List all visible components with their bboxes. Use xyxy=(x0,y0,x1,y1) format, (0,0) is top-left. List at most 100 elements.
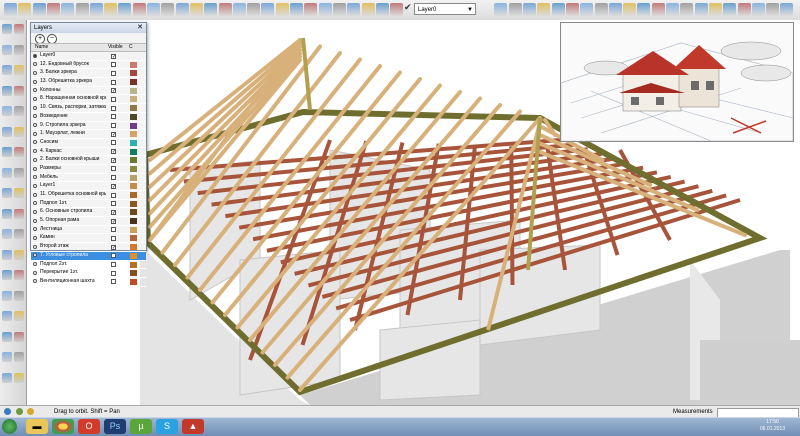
orbit-icon[interactable] xyxy=(551,3,565,16)
visible-checkbox[interactable] xyxy=(111,235,116,241)
erase-icon[interactable] xyxy=(89,3,103,16)
layer-row[interactable]: 2. Балки основной крыши ✓ xyxy=(31,156,146,165)
layer-name[interactable]: 2. Балки основной крыши xyxy=(40,156,106,164)
tape-icon[interactable] xyxy=(375,3,389,16)
side-move-icon[interactable] xyxy=(2,126,12,137)
opera-icon[interactable]: O xyxy=(78,419,100,434)
visible-checkbox[interactable]: ✓ xyxy=(111,209,116,215)
layer-color-swatch[interactable] xyxy=(130,278,137,285)
cut-icon[interactable] xyxy=(46,3,60,16)
active-layer-radio[interactable] xyxy=(33,149,37,154)
move-icon[interactable] xyxy=(290,3,303,16)
copy-icon[interactable] xyxy=(61,3,75,16)
layer-name[interactable]: 13. Обрешетка эркера xyxy=(40,78,106,86)
active-layer-radio[interactable] xyxy=(33,244,37,249)
side-walk-icon[interactable] xyxy=(2,331,12,342)
col-name-header[interactable]: Name xyxy=(35,44,48,51)
side-arc-icon[interactable] xyxy=(14,85,24,96)
layer-row[interactable]: 3. Балки эркера xyxy=(31,69,146,79)
make-component-icon[interactable] xyxy=(161,3,175,16)
visible-checkbox[interactable]: ✓ xyxy=(111,131,116,137)
top-view-icon[interactable] xyxy=(723,3,737,16)
side-next-view-icon[interactable] xyxy=(2,311,12,321)
visible-checkbox[interactable] xyxy=(111,140,116,146)
active-layer-radio[interactable] xyxy=(33,236,37,241)
layer-color-swatch[interactable] xyxy=(130,122,137,129)
layer-name[interactable]: Подпол 2эт. xyxy=(40,261,106,269)
layer-name[interactable]: 12. Ендовный брусок xyxy=(40,61,106,69)
layer-color-swatch[interactable] xyxy=(130,96,137,103)
active-layer-radio[interactable] xyxy=(33,192,37,197)
active-layer-radio[interactable] xyxy=(33,209,37,214)
new-icon[interactable] xyxy=(4,3,17,16)
layer-name[interactable]: 8. Наращенная основной крыш xyxy=(40,95,106,103)
side-section-plane-icon[interactable] xyxy=(2,352,12,362)
arc-icon[interactable] xyxy=(247,3,261,16)
layer-row[interactable]: 1. Мауэрлат, лежни ✓ xyxy=(31,130,146,139)
active-layer-radio[interactable] xyxy=(33,53,37,58)
layer-color-swatch[interactable] xyxy=(130,252,137,259)
layer-name[interactable]: 9. Стропила эркера xyxy=(40,122,106,130)
layer-color-swatch[interactable] xyxy=(130,174,137,181)
layer-name[interactable]: 5. Опорная рама xyxy=(40,217,106,225)
layer-color-swatch[interactable] xyxy=(130,131,137,138)
layer-color-swatch[interactable] xyxy=(130,200,137,207)
geo-location-icon[interactable] xyxy=(4,408,11,415)
side-iso-view-icon[interactable] xyxy=(14,352,24,362)
undo-icon[interactable] xyxy=(104,3,118,16)
layer-row[interactable]: Layer1 ✓ xyxy=(31,182,146,191)
visible-checkbox[interactable] xyxy=(111,62,116,68)
layer-name[interactable]: Второй этаж xyxy=(40,243,106,251)
explorer-icon[interactable]: ▬ xyxy=(26,419,48,434)
look-around-icon[interactable] xyxy=(680,3,694,16)
visible-checkbox[interactable] xyxy=(111,227,116,233)
layer-name[interactable]: Размеры xyxy=(40,165,106,173)
layer-name[interactable]: Перекрытие 1эт. xyxy=(40,269,106,277)
follow-me-icon[interactable] xyxy=(332,3,346,16)
chrome-icon[interactable] xyxy=(52,419,74,434)
layer-row[interactable]: Вентиляционная шахта xyxy=(31,278,146,287)
layer-color-swatch[interactable] xyxy=(130,148,137,155)
freehand-icon[interactable] xyxy=(275,3,289,16)
layer-name[interactable]: Layer1 xyxy=(40,182,106,190)
side-tape-icon[interactable] xyxy=(2,188,12,198)
layer-row[interactable]: 5. Опорная рама ✓ xyxy=(31,217,146,226)
active-layer-radio[interactable] xyxy=(33,166,37,171)
layer-name[interactable]: 11. Обрешетка основной крыш xyxy=(40,191,106,199)
active-layer-radio[interactable] xyxy=(33,175,37,180)
layer-dropdown[interactable]: Layer0 ▼ xyxy=(414,3,476,15)
visible-checkbox[interactable]: ✓ xyxy=(111,88,116,94)
layer-color-swatch[interactable] xyxy=(130,61,137,68)
side-top-view-icon[interactable] xyxy=(2,372,12,383)
active-layer-radio[interactable] xyxy=(33,270,37,275)
side-zoom-extents-icon[interactable] xyxy=(2,290,12,301)
push-pull-icon[interactable] xyxy=(304,3,318,16)
position-camera-icon[interactable] xyxy=(651,3,665,16)
polygon-icon[interactable] xyxy=(261,3,275,16)
side-3d-text-icon[interactable] xyxy=(14,229,24,239)
active-layer-radio[interactable] xyxy=(33,114,37,119)
side-rectangle-icon[interactable] xyxy=(2,65,12,75)
visible-checkbox[interactable] xyxy=(111,279,116,285)
rectangle-icon[interactable] xyxy=(204,3,218,16)
section-plane-icon[interactable] xyxy=(694,3,708,16)
layer-name[interactable]: 1. Мауэрлат, лежни xyxy=(40,130,106,138)
layer-name[interactable]: 10. Связь, распорки, затяжки xyxy=(40,104,106,112)
visible-checkbox[interactable] xyxy=(111,123,116,128)
side-pan-icon[interactable] xyxy=(14,249,24,260)
layer-row[interactable]: Колонны ✓ xyxy=(31,87,146,96)
layer-name[interactable]: Вентиляционная шахта xyxy=(40,278,106,286)
side-previous-view-icon[interactable] xyxy=(14,290,24,301)
sketchup-icon[interactable]: ▲ xyxy=(182,419,204,434)
layer-color-swatch[interactable] xyxy=(130,87,137,94)
visible-checkbox[interactable] xyxy=(111,105,116,111)
layer-row[interactable]: Подпол 2эт. xyxy=(31,261,146,270)
side-position-camera-icon[interactable] xyxy=(14,311,24,321)
active-layer-radio[interactable] xyxy=(33,88,37,93)
layer-name[interactable]: Layer0 xyxy=(40,52,106,60)
active-layer-radio[interactable] xyxy=(33,227,37,232)
active-layer-radio[interactable] xyxy=(33,70,37,75)
active-layer-radio[interactable] xyxy=(33,62,37,67)
layer-row[interactable]: 4. Каркас ✓ xyxy=(31,148,146,157)
dimension-icon[interactable] xyxy=(390,3,404,16)
